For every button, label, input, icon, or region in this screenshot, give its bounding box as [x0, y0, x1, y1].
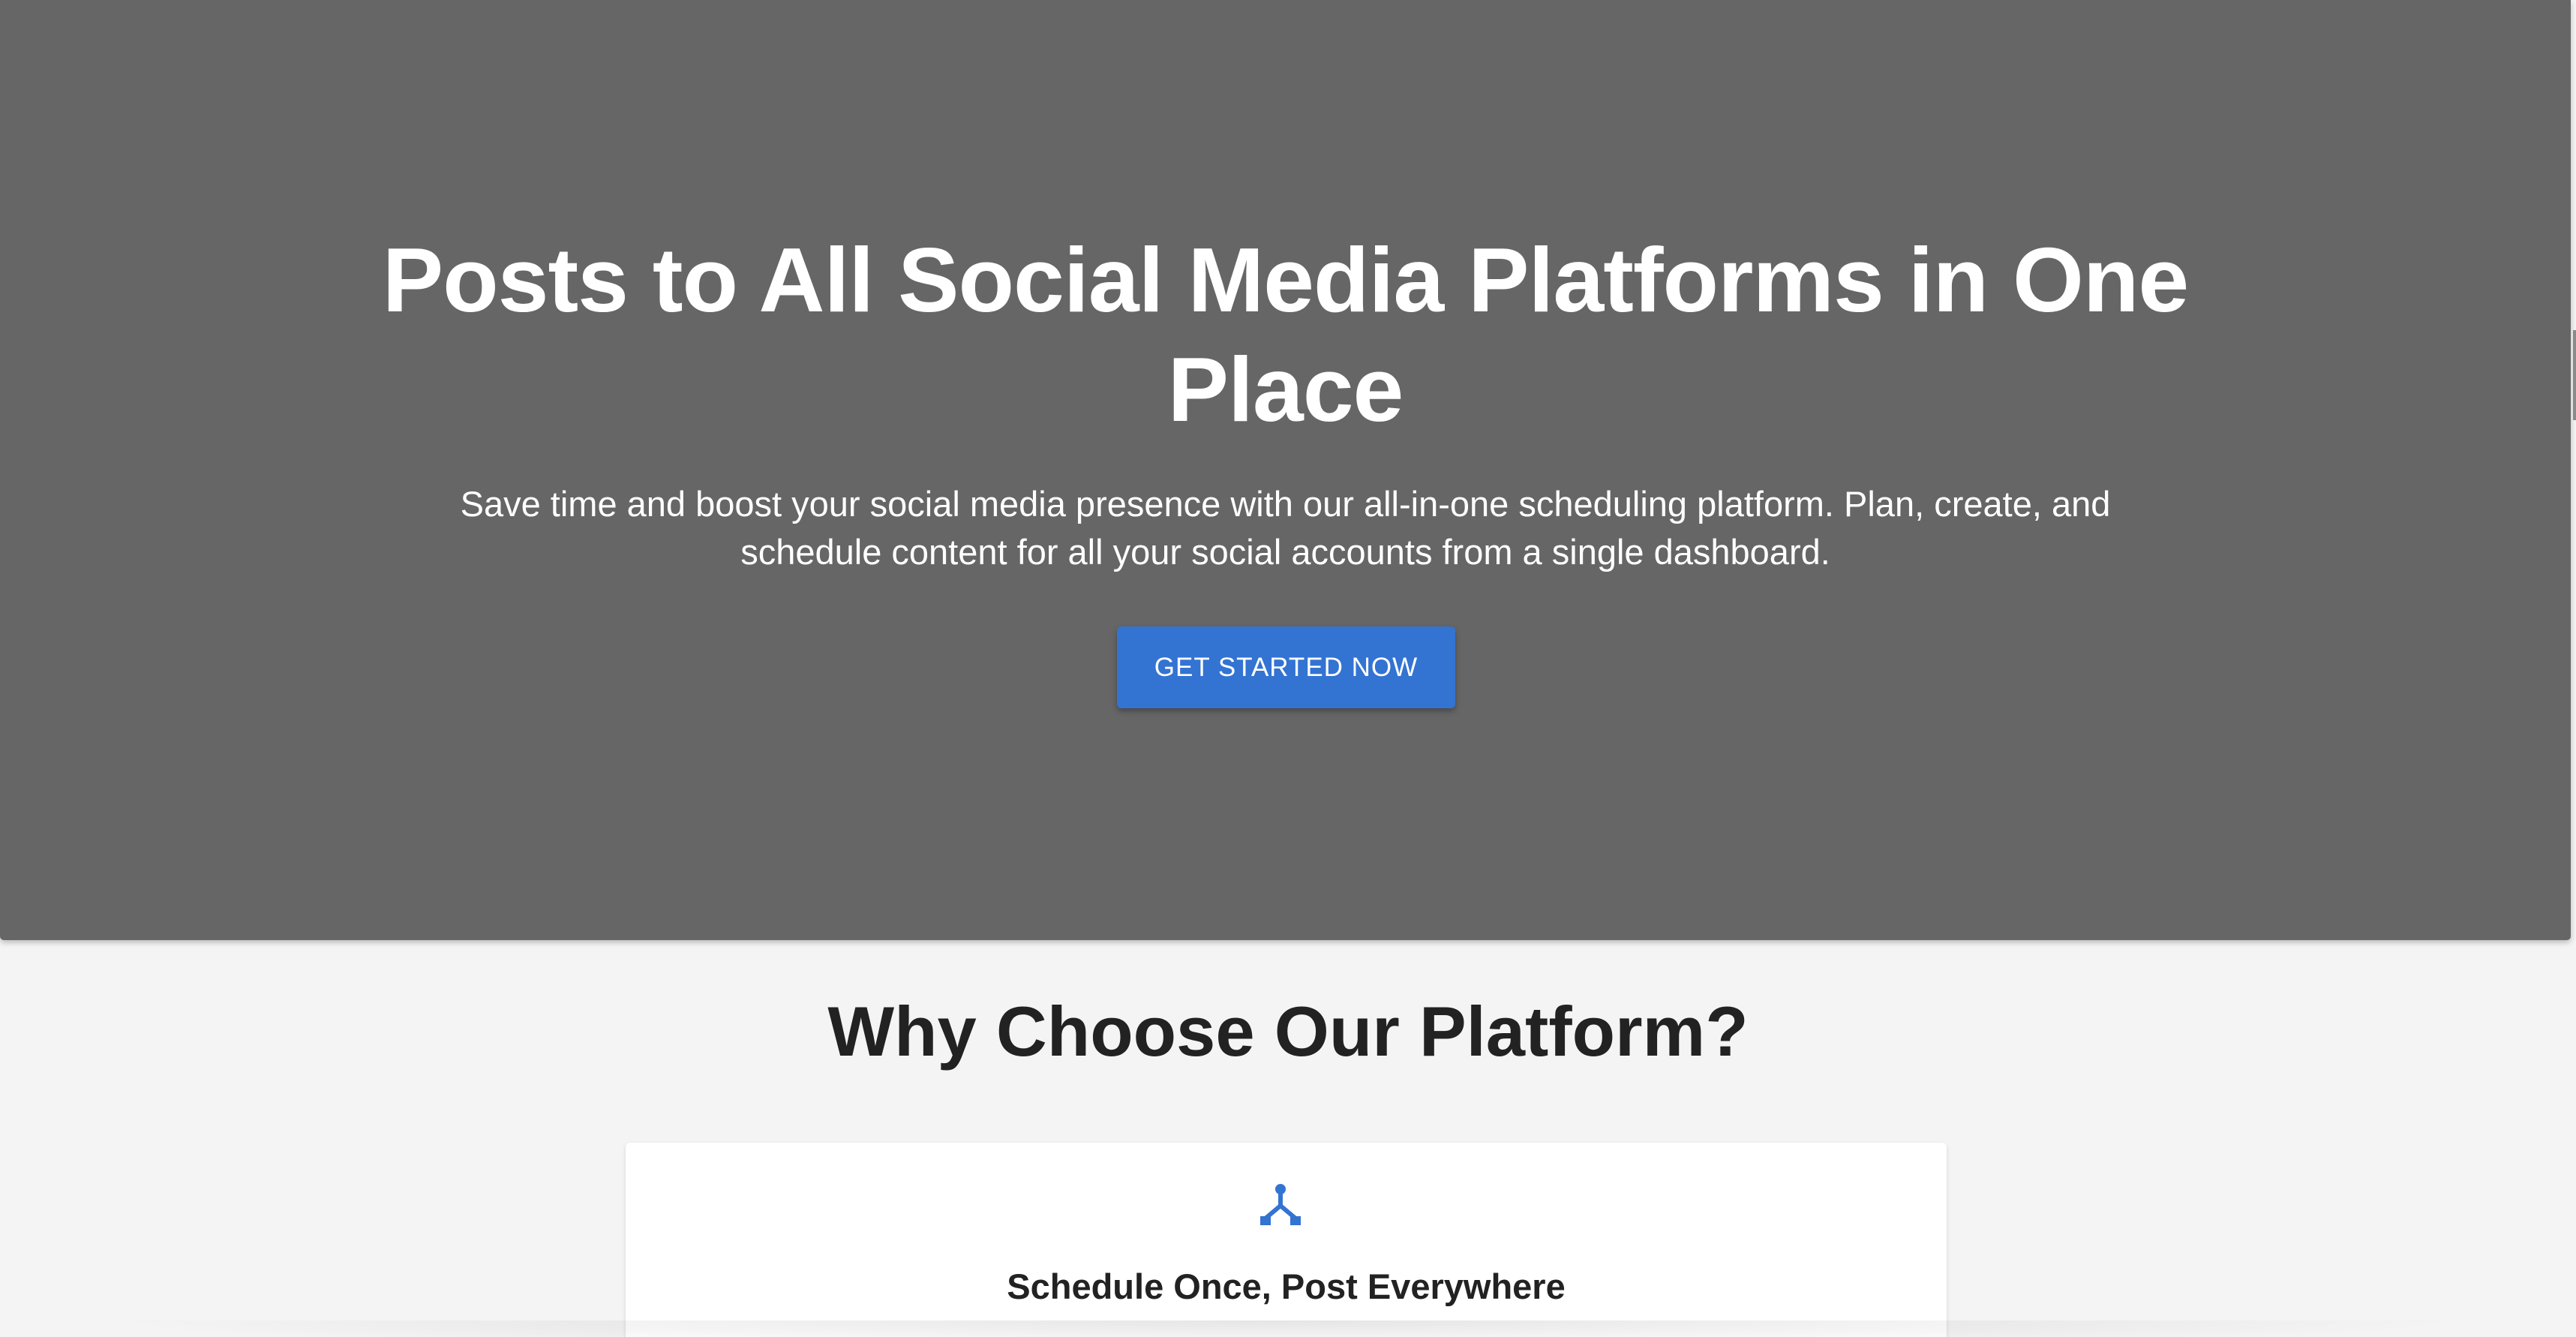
get-started-button[interactable]: GET STARTED NOW	[1117, 626, 1455, 708]
hero-section: Posts to All Social Media Platforms in O…	[0, 0, 2571, 940]
hero-subtitle: Save time and boost your social media pr…	[460, 484, 2111, 572]
features-section-title: Why Choose Our Platform?	[827, 992, 1749, 1071]
scrollbar-thumb[interactable]	[2573, 330, 2576, 420]
hero-title: Posts to All Social Media Platforms in O…	[382, 229, 2190, 440]
landing-page: Posts to All Social Media Platforms in O…	[0, 0, 2576, 1337]
bottom-shadow	[90, 1320, 2483, 1337]
feature-card: Schedule Once, Post Everywhere	[626, 1143, 1947, 1337]
feature-title: Schedule Once, Post Everywhere	[1007, 1266, 1566, 1306]
merge-icon	[1259, 1183, 1302, 1227]
